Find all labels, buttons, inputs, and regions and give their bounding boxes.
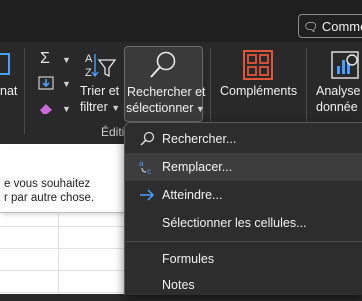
sort-filter-label-1: Trier et — [80, 84, 120, 98]
grid-line — [58, 212, 59, 294]
analyze-label-2: donnée — [316, 100, 358, 114]
info-panel: e vous souhaitez r par autre chose. — [0, 148, 125, 213]
svg-text:a: a — [139, 159, 144, 168]
chevron-down-icon: ▼ — [111, 103, 121, 113]
arrow-right-icon — [139, 187, 155, 203]
menu-item-label: Notes — [162, 278, 195, 292]
format-label[interactable]: nat — [0, 84, 17, 98]
find-select-label-1: Rechercher et — [127, 85, 206, 99]
sort-filter-button[interactable]: A Z Trier et filtrer ▼ — [74, 46, 122, 122]
comments-button-label: Comme — [321, 19, 362, 34]
grid-line — [0, 226, 125, 227]
chevron-down-icon[interactable]: ▼ — [62, 55, 71, 65]
info-text-line-2: r par autre chose. — [4, 192, 95, 204]
analyze-data-button[interactable]: Analyse c donnée — [312, 46, 362, 122]
menu-item-label: Sélectionner les cellules... — [162, 216, 307, 230]
format-icon — [0, 53, 10, 75]
addins-button[interactable]: Compléments — [218, 46, 300, 122]
search-icon — [139, 131, 155, 147]
svg-text:c: c — [147, 167, 151, 175]
comments-button[interactable]: 🗨︎ Comme — [298, 14, 362, 38]
group-divider — [24, 48, 25, 134]
find-select-label-2-text: sélectionner — [126, 101, 194, 115]
grid-line — [0, 270, 125, 271]
magnifier-icon — [147, 50, 179, 80]
editing-group-label: Éditi — [101, 125, 125, 139]
find-select-label-2: sélectionner ▼ — [126, 101, 205, 115]
grid-line — [0, 248, 125, 249]
grid-icon — [243, 50, 273, 80]
info-text-line-1: e vous souhaitez — [4, 178, 91, 190]
analyze-label-1: Analyse c — [316, 84, 362, 98]
menu-item-notes[interactable]: Notes — [125, 273, 362, 301]
menu-item-label: Atteindre... — [162, 188, 223, 202]
fill-down-icon[interactable] — [38, 76, 54, 90]
menu-item-replace[interactable]: ac Remplacer... — [125, 153, 362, 181]
chart-icon — [330, 50, 360, 80]
chevron-down-icon[interactable]: ▼ — [62, 104, 71, 114]
find-select-button[interactable]: Rechercher et sélectionner ▼ — [124, 46, 206, 122]
sort-filter-label-2-text: filtrer — [80, 100, 108, 114]
eraser-icon[interactable] — [38, 101, 56, 115]
chevron-down-icon: ▼ — [193, 104, 205, 114]
menu-item-formulas[interactable]: Formules — [125, 245, 362, 273]
autosum-icon[interactable]: Σ — [40, 50, 50, 68]
menu-item-select-cells[interactable]: Sélectionner les cellules... — [125, 209, 362, 237]
chevron-down-icon[interactable]: ▼ — [62, 79, 71, 89]
menu-item-label: Formules — [162, 252, 215, 266]
svg-text:Z: Z — [85, 67, 92, 79]
find-select-menu: Rechercher... ac Remplacer... Atteindre.… — [124, 122, 362, 295]
svg-text:A: A — [85, 53, 93, 65]
sort-filter-label-2: filtrer ▼ — [80, 100, 120, 114]
menu-separator — [125, 241, 362, 242]
menu-item-label: Remplacer... — [162, 160, 233, 174]
comment-icon: 🗨︎ — [303, 20, 319, 34]
menu-item-find[interactable]: Rechercher... — [125, 125, 362, 153]
replace-icon: ac — [139, 159, 155, 176]
addins-label: Compléments — [220, 84, 298, 98]
menu-item-label: Rechercher... — [162, 132, 237, 146]
sort-az-icon: A Z — [83, 50, 117, 80]
menu-item-goto[interactable]: Atteindre... — [125, 181, 362, 209]
grid-line — [0, 292, 125, 293]
